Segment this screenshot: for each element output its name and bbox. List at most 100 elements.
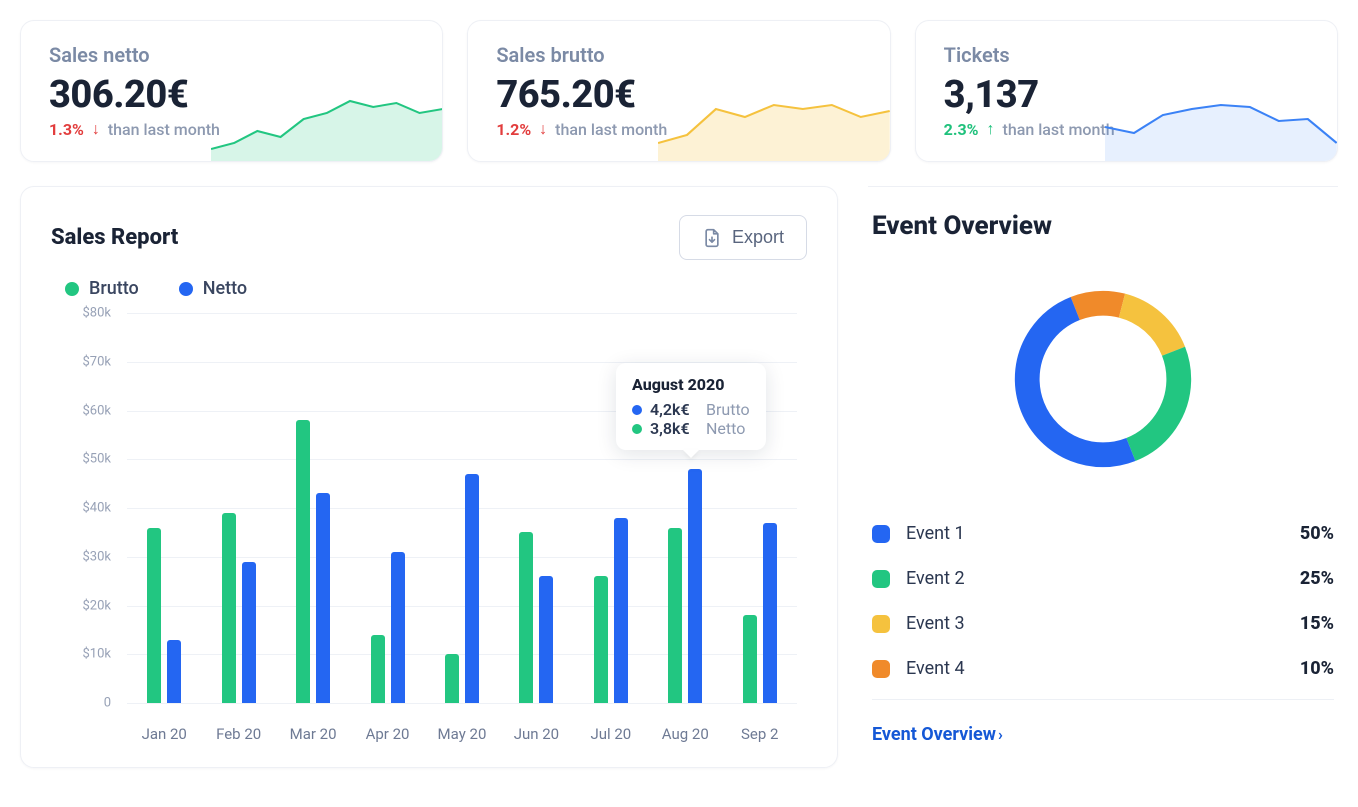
bar-group[interactable] (350, 552, 424, 703)
sparkline-tickets (1105, 91, 1337, 161)
x-tick-label: Jan 20 (127, 725, 201, 743)
bar-group[interactable] (648, 469, 722, 703)
tooltip-dot-icon (632, 424, 642, 434)
bar[interactable] (242, 562, 256, 703)
y-tick-label: $70k (51, 354, 111, 369)
event-pct: 15% (1300, 613, 1334, 634)
legend-brutto[interactable]: Brutto (65, 278, 139, 299)
sales-report-card: Sales Report Export Brutto Netto 0$10k$2… (20, 186, 838, 768)
event-pct: 50% (1300, 523, 1334, 544)
bar-group[interactable] (723, 523, 797, 703)
main-row: Sales Report Export Brutto Netto 0$10k$2… (20, 186, 1338, 768)
chart-legend: Brutto Netto (65, 278, 807, 299)
card-sales-netto: Sales netto 306.20€ 1.3% ↓ than last mon… (20, 20, 443, 162)
legend-netto[interactable]: Netto (179, 278, 247, 299)
event-row[interactable]: Event 3 15% (872, 601, 1334, 646)
bar[interactable] (539, 576, 553, 703)
tooltip-dot-icon (632, 405, 642, 415)
chart-tooltip: August 2020 4,2k€ Brutto 3,8k€ Netto (616, 363, 766, 450)
arrow-down-icon: ↓ (92, 119, 100, 139)
bar[interactable] (763, 523, 777, 703)
bar[interactable] (296, 420, 310, 703)
bar[interactable] (222, 513, 236, 703)
arrow-up-icon: ↑ (986, 119, 994, 139)
event-row[interactable]: Event 1 50% (872, 511, 1334, 556)
bar[interactable] (371, 635, 385, 703)
stat-than: than last month (108, 120, 220, 139)
bar[interactable] (668, 528, 682, 704)
tooltip-value: 4,2k€ (650, 400, 698, 419)
bar[interactable] (688, 469, 702, 703)
legend-label: Netto (203, 278, 247, 299)
divider (872, 699, 1334, 700)
sparkline-brutto (658, 91, 890, 161)
y-tick-label: $50k (51, 452, 111, 467)
x-tick-label: Jun 20 (499, 725, 573, 743)
event-overview-card: Event Overview Event 150%Event 225%Event… (868, 186, 1338, 745)
bar-group[interactable] (425, 474, 499, 703)
y-tick-label: $10k (51, 647, 111, 662)
event-row[interactable]: Event 4 10% (872, 646, 1334, 691)
tooltip-series: Brutto (706, 400, 750, 419)
stat-pct: 1.3% (49, 120, 84, 139)
event-row[interactable]: Event 2 25% (872, 556, 1334, 601)
bar[interactable] (445, 654, 459, 703)
bar-group[interactable] (201, 513, 275, 703)
stat-than: than last month (1002, 120, 1114, 139)
stat-label: Tickets (944, 43, 1313, 67)
event-name: Event 2 (906, 568, 1284, 589)
link-label: Event Overview (872, 724, 996, 745)
event-swatch-icon (872, 570, 890, 588)
x-tick-label: May 20 (425, 725, 499, 743)
event-swatch-icon (872, 615, 890, 633)
bar[interactable] (743, 615, 757, 703)
export-button[interactable]: Export (679, 215, 807, 260)
event-pct: 10% (1300, 658, 1334, 679)
y-tick-label: $20k (51, 598, 111, 613)
event-name: Event 3 (906, 613, 1284, 634)
x-axis-labels: Jan 20Feb 20Mar 20Apr 20May 20Jun 20Jul … (127, 725, 797, 743)
bar[interactable] (147, 528, 161, 704)
donut-segment[interactable] (1027, 303, 1179, 455)
bar[interactable] (316, 493, 330, 703)
donut-chart[interactable] (872, 251, 1334, 499)
event-pct: 25% (1300, 568, 1334, 589)
tooltip-row-brutto: 4,2k€ Brutto (632, 400, 750, 419)
x-tick-label: Mar 20 (276, 725, 350, 743)
arrow-down-icon: ↓ (539, 119, 547, 139)
x-tick-label: Feb 20 (201, 725, 275, 743)
bar[interactable] (391, 552, 405, 703)
bar-group[interactable] (276, 420, 350, 703)
tooltip-title: August 2020 (632, 375, 750, 394)
legend-dot-icon (179, 282, 193, 296)
bar[interactable] (594, 576, 608, 703)
event-name: Event 1 (906, 523, 1284, 544)
x-tick-label: Sep 2 (723, 725, 797, 743)
bar-group[interactable] (574, 518, 648, 703)
event-overview-link[interactable]: Event Overview › (872, 724, 1003, 745)
bar[interactable] (614, 518, 628, 703)
bar-chart[interactable]: 0$10k$20k$30k$40k$50k$60k$70k$80k Jan 20… (51, 313, 807, 743)
y-tick-label: $60k (51, 403, 111, 418)
report-header: Sales Report Export (51, 215, 807, 260)
card-tickets: Tickets 3,137 2.3% ↑ than last month (915, 20, 1338, 162)
bar[interactable] (519, 532, 533, 703)
grid-line (127, 703, 797, 704)
y-tick-label: $30k (51, 549, 111, 564)
bar-group[interactable] (499, 532, 573, 703)
overview-title: Event Overview (872, 211, 1334, 241)
event-list: Event 1 50% Event 2 25% Event 3 15% Event 4 10% (872, 511, 1334, 691)
x-tick-label: Aug 20 (648, 725, 722, 743)
stat-cards-row: Sales netto 306.20€ 1.3% ↓ than last mon… (20, 20, 1338, 162)
legend-label: Brutto (89, 278, 139, 299)
sparkline-netto (211, 91, 443, 161)
event-name: Event 4 (906, 658, 1284, 679)
bar[interactable] (465, 474, 479, 703)
bar[interactable] (167, 640, 181, 703)
report-title: Sales Report (51, 225, 178, 250)
legend-dot-icon (65, 282, 79, 296)
event-swatch-icon (872, 525, 890, 543)
bar-group[interactable] (127, 528, 201, 704)
stat-label: Sales netto (49, 43, 418, 67)
stat-label: Sales brutto (496, 43, 865, 67)
